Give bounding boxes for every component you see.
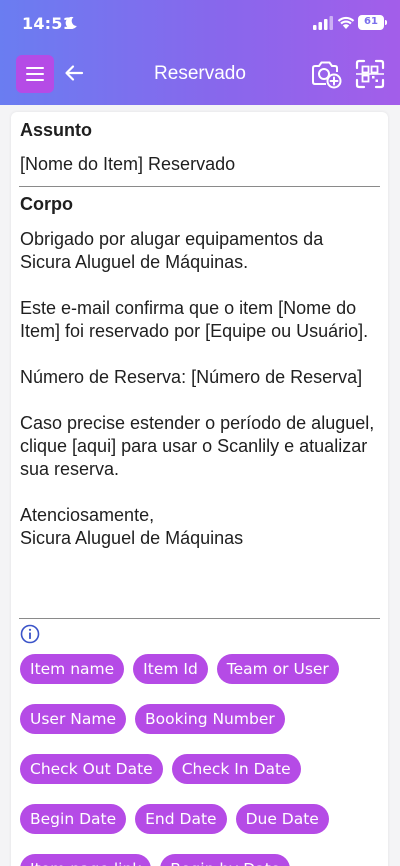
chip-check-out-date[interactable]: Check Out Date xyxy=(20,754,163,784)
email-template-card: Assunto [Nome do Item] Reservado Corpo O… xyxy=(11,112,388,866)
chip-item-id[interactable]: Item Id xyxy=(133,654,208,684)
camera-add-icon[interactable] xyxy=(310,59,342,89)
app-header: 14:51 61 Reservado xyxy=(0,0,400,105)
subject-label: Assunto xyxy=(20,120,92,140)
body-paragraph: Caso precise estender o período de alugu… xyxy=(20,413,375,479)
chip-begin-by-date[interactable]: Begin by Date xyxy=(160,854,291,866)
body-paragraph: Sicura Aluguel de Máquinas xyxy=(20,528,244,548)
chip-row: Begin Date End Date Due Date xyxy=(20,804,380,834)
page-title: Reservado xyxy=(154,63,246,84)
body-paragraph: Atenciosamente, xyxy=(20,505,155,525)
body-paragraph: Obrigado por alugar equipamentos da Sicu… xyxy=(20,229,324,272)
body-divider xyxy=(19,618,380,619)
body-label: Corpo xyxy=(20,194,73,214)
chip-user-name[interactable]: User Name xyxy=(20,704,126,734)
chip-check-in-date[interactable]: Check In Date xyxy=(171,754,301,784)
subject-divider xyxy=(19,186,380,187)
chip-booking-number[interactable]: Booking Number xyxy=(134,704,285,734)
body-paragraph: Este e-mail confirma que o item [Nome do… xyxy=(20,298,369,341)
hamburger-icon xyxy=(26,67,44,81)
battery-icon: 61 xyxy=(358,15,387,30)
chip-row: User Name Booking Number xyxy=(20,704,380,734)
chip-team-or-user[interactable]: Team or User xyxy=(216,654,339,684)
battery-level: 61 xyxy=(364,16,378,27)
signal-icon xyxy=(313,16,333,30)
chip-row: Item name Item Id Team or User xyxy=(20,654,380,684)
subject-input[interactable]: [Nome do Item] Reservado xyxy=(20,154,235,175)
chip-row: Item page link Begin by Date xyxy=(20,854,380,866)
status-bar: 14:51 61 xyxy=(0,0,400,48)
back-arrow-icon[interactable] xyxy=(64,63,84,83)
qr-scan-icon[interactable] xyxy=(355,59,385,89)
placeholder-chips: Item name Item Id Team or User User Name… xyxy=(20,654,380,866)
moon-icon xyxy=(65,16,77,29)
chip-item-page-link[interactable]: Item page link xyxy=(20,854,152,866)
info-icon[interactable] xyxy=(20,624,40,644)
chip-row: Check Out Date Check In Date xyxy=(20,754,380,784)
chip-end-date[interactable]: End Date xyxy=(135,804,227,834)
menu-button[interactable] xyxy=(16,55,54,93)
chip-begin-date[interactable]: Begin Date xyxy=(20,804,127,834)
chip-due-date[interactable]: Due Date xyxy=(235,804,329,834)
chip-item-name[interactable]: Item name xyxy=(20,654,125,684)
nav-bar: Reservado xyxy=(0,50,400,100)
body-paragraph: Número de Reserva: [Número de Reserva] xyxy=(20,367,363,387)
wifi-icon xyxy=(337,16,355,29)
body-textarea[interactable]: Obrigado por alugar equipamentos da Sicu… xyxy=(20,228,375,602)
